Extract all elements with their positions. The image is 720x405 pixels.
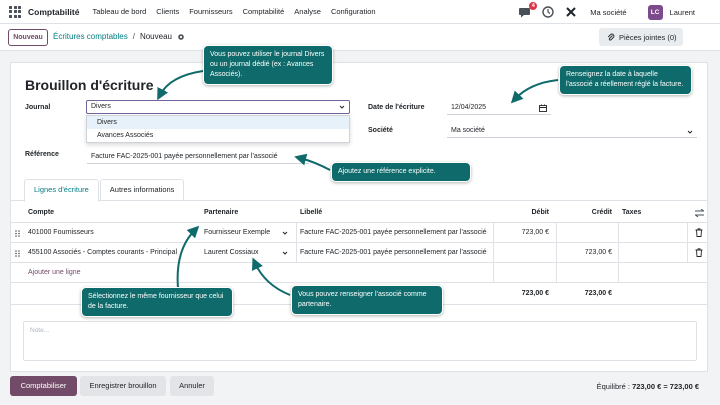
col-credit[interactable]: Crédit	[556, 203, 612, 223]
attachments-button[interactable]: Pièces jointes (0)	[599, 28, 683, 46]
row-label[interactable]: Facture FAC-2025-001 payée personnelleme…	[300, 223, 487, 243]
reference-field[interactable]: Facture FAC-2025-001 payée personnelleme…	[87, 151, 309, 164]
column-settings-icon[interactable]	[695, 209, 704, 217]
journal-value: Divers	[91, 103, 111, 110]
form-sheet: Brouillon d'écriture Journal Divers Dive…	[10, 62, 708, 372]
row-account[interactable]: 401000 Fournisseurs	[28, 223, 94, 243]
callout-partner: Vous pouvez renseigner l'associé comme p…	[291, 285, 443, 315]
row-partner-select[interactable]: Fournisseur Exemple	[204, 225, 292, 240]
chevron-down-icon	[282, 231, 288, 235]
menu-item-reporting[interactable]: Analyse	[294, 7, 321, 16]
callout-date: Renseignez la date à laquelle l'associé …	[559, 65, 692, 95]
journal-label: Journal	[25, 104, 51, 111]
total-credit: 723,00 €	[584, 290, 612, 297]
row-debit[interactable]	[493, 243, 549, 263]
breadcrumb-separator: /	[132, 32, 135, 41]
journal-option-avances-associes[interactable]: Avances Associés	[87, 129, 349, 142]
date-value: 12/04/2025	[451, 104, 487, 111]
breadcrumb-current: Nouveau	[139, 32, 172, 41]
drag-handle-icon[interactable]	[15, 250, 20, 257]
col-account[interactable]: Compte	[28, 203, 54, 223]
gear-icon[interactable]	[177, 33, 185, 41]
reference-label: Référence	[25, 151, 59, 158]
balance-label: Équilibré :	[596, 382, 630, 391]
company-value: Ma société	[451, 127, 485, 134]
row-partner: Fournisseur Exemple	[204, 229, 271, 236]
app-brand[interactable]: Comptabilité	[28, 7, 79, 17]
balance-value: 723,00 € = 723,00 €	[632, 382, 699, 391]
journal-option-divers[interactable]: Divers	[87, 116, 349, 129]
journal-dropdown: Divers Avances Associés	[86, 115, 350, 143]
company-label: Société	[368, 127, 393, 134]
total-debit: 723,00 €	[521, 290, 549, 297]
avatar[interactable]: LC	[647, 4, 663, 20]
control-panel: Nouveau Écritures comptables / Nouveau P…	[0, 24, 720, 51]
tab-other-info[interactable]: Autres informations	[99, 179, 185, 201]
row-partner-select[interactable]: Laurent Cossiaux	[204, 245, 292, 260]
row-label[interactable]: Facture FAC-2025-001 payée personnelleme…	[300, 243, 487, 263]
form-tabs: Lignes d'écriture Autres informations	[24, 179, 185, 202]
balance-status: Équilibré : 723,00 € = 723,00 €	[597, 382, 699, 391]
add-line-row: Ajouter une ligne	[11, 263, 707, 283]
menu-item-customers[interactable]: Clients	[156, 7, 179, 16]
calendar-icon	[539, 104, 547, 112]
save-draft-button[interactable]: Enregistrer brouillon	[80, 376, 166, 396]
col-taxes[interactable]: Taxes	[622, 203, 641, 223]
top-navbar: Comptabilité Tableau de bord Clients Fou…	[0, 0, 720, 24]
add-line-link[interactable]: Ajouter une ligne	[28, 263, 81, 283]
table-row[interactable]: 455100 Associés - Comptes courants - Pri…	[11, 243, 707, 263]
chevron-down-icon	[282, 251, 288, 255]
chat-badge: 4	[529, 2, 538, 10]
main-menu: Tableau de bord Clients Fournisseurs Com…	[92, 7, 385, 16]
callout-supplier: Sélectionnez le même fournisseur que cel…	[81, 287, 233, 317]
date-field[interactable]: 12/04/2025	[447, 102, 551, 115]
col-label[interactable]: Libellé	[300, 203, 322, 223]
apps-menu-icon[interactable]	[9, 5, 21, 18]
callout-journal: Vous pouvez utiliser le journal Divers o…	[203, 45, 333, 85]
drag-handle-icon[interactable]	[15, 230, 20, 237]
tab-journal-items[interactable]: Lignes d'écriture	[24, 179, 99, 202]
breadcrumb-journal-entries[interactable]: Écritures comptables	[53, 32, 128, 41]
new-button[interactable]: Nouveau	[8, 29, 48, 46]
row-credit[interactable]	[556, 223, 612, 243]
row-credit[interactable]: 723,00 €	[556, 243, 612, 263]
company-field[interactable]: Ma société	[447, 125, 697, 138]
table-row[interactable]: 401000 Fournisseurs Fournisseur Exemple …	[11, 223, 707, 243]
menu-item-dashboard[interactable]: Tableau de bord	[92, 7, 146, 16]
user-menu[interactable]: Laurent	[670, 8, 695, 17]
attachments-label: Pièces jointes (0)	[619, 32, 677, 42]
row-debit[interactable]: 723,00 €	[493, 223, 549, 243]
row-account[interactable]: 455100 Associés - Comptes courants - Pri…	[28, 243, 177, 263]
chevron-down-icon	[339, 105, 345, 109]
menu-item-vendors[interactable]: Fournisseurs	[189, 7, 232, 16]
clock-icon[interactable]	[542, 6, 554, 18]
date-label: Date de l'écriture	[368, 104, 425, 111]
menu-item-accounting[interactable]: Comptabilité	[243, 7, 285, 16]
trash-icon[interactable]	[695, 228, 703, 237]
systray: 4 Ma société LC Laurent	[518, 0, 720, 24]
row-partner: Laurent Cossiaux	[204, 249, 259, 256]
col-partner[interactable]: Partenaire	[204, 203, 238, 223]
cancel-button[interactable]: Annuler	[170, 376, 214, 396]
chat-icon[interactable]: 4	[518, 2, 538, 19]
callout-reference: Ajoutez une référence explicite.	[331, 162, 471, 182]
paperclip-icon	[607, 33, 615, 41]
journal-select[interactable]: Divers	[86, 100, 350, 114]
page-title: Brouillon d'écriture	[25, 77, 154, 93]
tools-icon[interactable]	[565, 6, 577, 18]
table-header: Compte Partenaire Libellé Débit Crédit T…	[11, 203, 707, 223]
col-debit[interactable]: Débit	[493, 203, 550, 223]
breadcrumb: Écritures comptables / Nouveau	[53, 32, 185, 41]
note-field[interactable]: Note...	[23, 321, 697, 361]
trash-icon[interactable]	[695, 248, 703, 257]
post-button[interactable]: Comptabiliser	[10, 376, 77, 396]
tabs-divider	[11, 200, 707, 201]
chevron-down-icon	[687, 130, 693, 134]
company-switcher[interactable]: Ma société	[590, 8, 626, 17]
action-bar: Comptabiliser Enregistrer brouillon Annu…	[0, 372, 720, 405]
menu-item-configuration[interactable]: Configuration	[331, 7, 376, 16]
